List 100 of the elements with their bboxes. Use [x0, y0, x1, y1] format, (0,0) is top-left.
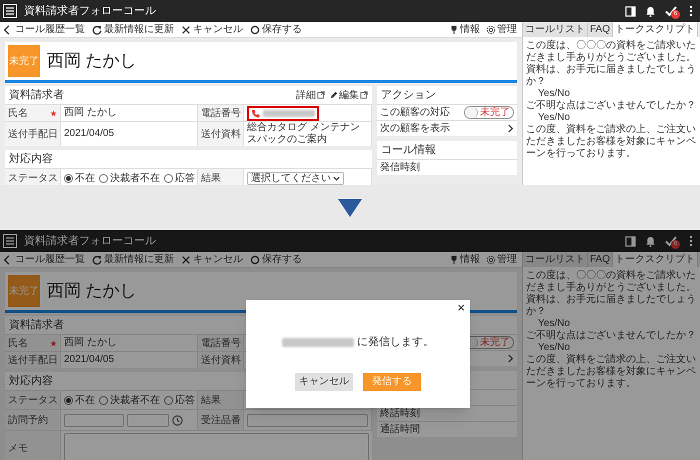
circle-icon — [250, 254, 260, 264]
status-toggle[interactable]: 未完了 — [464, 106, 514, 119]
field-label: 電話番号 — [201, 106, 241, 120]
tab[interactable]: コールリスト — [523, 22, 588, 37]
radio-button[interactable] — [64, 174, 73, 182]
date-field[interactable] — [64, 414, 124, 426]
tab[interactable]: トークスクリプト — [613, 22, 698, 37]
script-text: ご不明な点はございませんでしたか？ — [526, 330, 697, 342]
customer-name: 西岡 たかし — [47, 50, 137, 72]
memo-field[interactable] — [64, 433, 369, 460]
kebab-menu-icon[interactable] — [689, 235, 693, 247]
kebab-menu-icon[interactable] — [689, 5, 693, 17]
refresh-icon — [92, 24, 102, 34]
radio-label: 応答 — [175, 172, 195, 185]
tab[interactable]: FAQ — [588, 22, 614, 37]
result-dropdown[interactable]: 選択してください — [247, 172, 344, 184]
clock-icon[interactable] — [172, 414, 183, 426]
section-title: 対応内容 — [9, 152, 53, 167]
redacted-text — [282, 338, 354, 347]
phone-icon — [251, 108, 260, 118]
field-value: 西岡 たかし — [64, 107, 117, 119]
radio-label: 不在 — [75, 394, 95, 408]
time-field[interactable] — [127, 414, 169, 426]
field-label: 送付資料 — [201, 128, 241, 142]
script-text: ご不明な点はございませんでしたか？ — [526, 100, 697, 112]
radio-button[interactable] — [64, 396, 73, 404]
radio-button[interactable] — [164, 174, 173, 182]
status-badge: 未完了 — [8, 275, 40, 307]
check-icon[interactable] — [665, 235, 677, 247]
toolbar-button[interactable]: コール履歴一覧 — [3, 252, 85, 267]
field-value: 西岡 たかし — [64, 337, 117, 349]
toolbar-button[interactable]: キャンセル — [181, 252, 243, 267]
menu-icon[interactable] — [3, 4, 17, 18]
field-label: ステータス — [8, 172, 58, 185]
field-label: 通話時間 — [380, 422, 420, 437]
radio-label: 不在 — [75, 172, 95, 185]
script-text: この度は、〇〇〇の資料をご請求いただきまし手ありがとうございました。 — [526, 270, 697, 294]
panel-icon[interactable] — [625, 6, 636, 16]
section-title: 対応内容 — [9, 374, 53, 389]
field-label: ステータス — [8, 394, 58, 408]
field-label: 氏名 — [8, 336, 28, 350]
tab[interactable]: コールリスト — [523, 252, 588, 267]
tab[interactable]: トークスクリプト — [613, 252, 698, 267]
toolbar-button[interactable]: コール履歴一覧 — [3, 22, 85, 37]
customer-name: 西岡 たかし — [47, 280, 137, 302]
field-label: 発信時刻 — [380, 160, 420, 175]
down-arrow-icon — [338, 198, 362, 216]
field-label: 訪問予約 — [8, 414, 48, 428]
field-label: 送付手配日 — [8, 354, 58, 368]
field-label: メモ — [8, 442, 28, 456]
circle-icon — [250, 24, 260, 34]
toolbar-button[interactable]: 最新情報に更新 — [92, 252, 174, 267]
toolbar-link[interactable]: 管理 — [486, 252, 517, 267]
tab[interactable]: FAQ — [588, 252, 614, 267]
cancel-button[interactable]: キャンセル — [295, 372, 353, 390]
radio-label: 決裁者不在 — [110, 172, 160, 185]
section-link[interactable]: 詳細 — [296, 88, 325, 102]
radio-label: 応答 — [175, 394, 195, 408]
script-text: Yes/No — [537, 342, 571, 354]
toolbar-button[interactable]: 保存する — [250, 252, 302, 267]
script-text: 資料は、お手元に届きましたでしょうか？ — [526, 294, 697, 318]
script-text: 資料は、お手元に届きましたでしょうか？ — [526, 64, 697, 88]
chevron-right-icon — [507, 124, 514, 133]
pencil-icon — [330, 91, 338, 99]
field-label: 受注品番 — [201, 414, 241, 428]
toolbar-link[interactable]: 管理 — [486, 22, 517, 37]
chevron-right-icon — [507, 354, 514, 363]
close-icon — [181, 254, 191, 264]
section-link[interactable]: 編集 — [330, 88, 368, 102]
radio-button[interactable] — [164, 396, 173, 404]
next-customer-row[interactable]: 次の顧客を表示 — [377, 120, 517, 136]
toolbar-link[interactable]: 情報 — [449, 252, 480, 267]
gear-icon — [486, 24, 496, 34]
panel-icon[interactable] — [625, 236, 636, 246]
pin-icon — [449, 254, 459, 264]
radio-label: 決裁者不在 — [110, 394, 160, 408]
caret-icon — [333, 174, 340, 182]
input-field[interactable] — [247, 414, 368, 426]
bell-icon[interactable] — [645, 6, 656, 16]
section-title: コール情報 — [381, 142, 436, 158]
toolbar-link[interactable]: 情報 — [449, 22, 480, 37]
script-text: この度は、〇〇〇の資料をご請求いただきまし手ありがとうございました。 — [526, 40, 697, 64]
radio-button[interactable] — [99, 174, 108, 182]
close-button[interactable]: × — [457, 301, 465, 315]
action-label: この顧客の対応 — [380, 106, 450, 120]
toolbar-button[interactable]: キャンセル — [181, 22, 243, 37]
status-badge: 未完了 — [8, 45, 40, 77]
field-label: 氏名 — [8, 106, 28, 120]
check-icon[interactable] — [665, 5, 677, 17]
bell-icon[interactable] — [645, 236, 656, 246]
toolbar-button[interactable]: 最新情報に更新 — [92, 22, 174, 37]
menu-icon[interactable] — [3, 234, 17, 248]
script-text: Yes/No — [537, 318, 571, 330]
script-text: Yes/No — [537, 112, 571, 124]
toolbar-button[interactable]: 保存する — [250, 22, 302, 37]
radio-button[interactable] — [99, 396, 108, 404]
script-text: Yes/No — [537, 88, 571, 100]
field-label: 結果 — [201, 394, 221, 408]
section-title: アクション — [381, 88, 436, 103]
required-icon — [50, 110, 57, 116]
